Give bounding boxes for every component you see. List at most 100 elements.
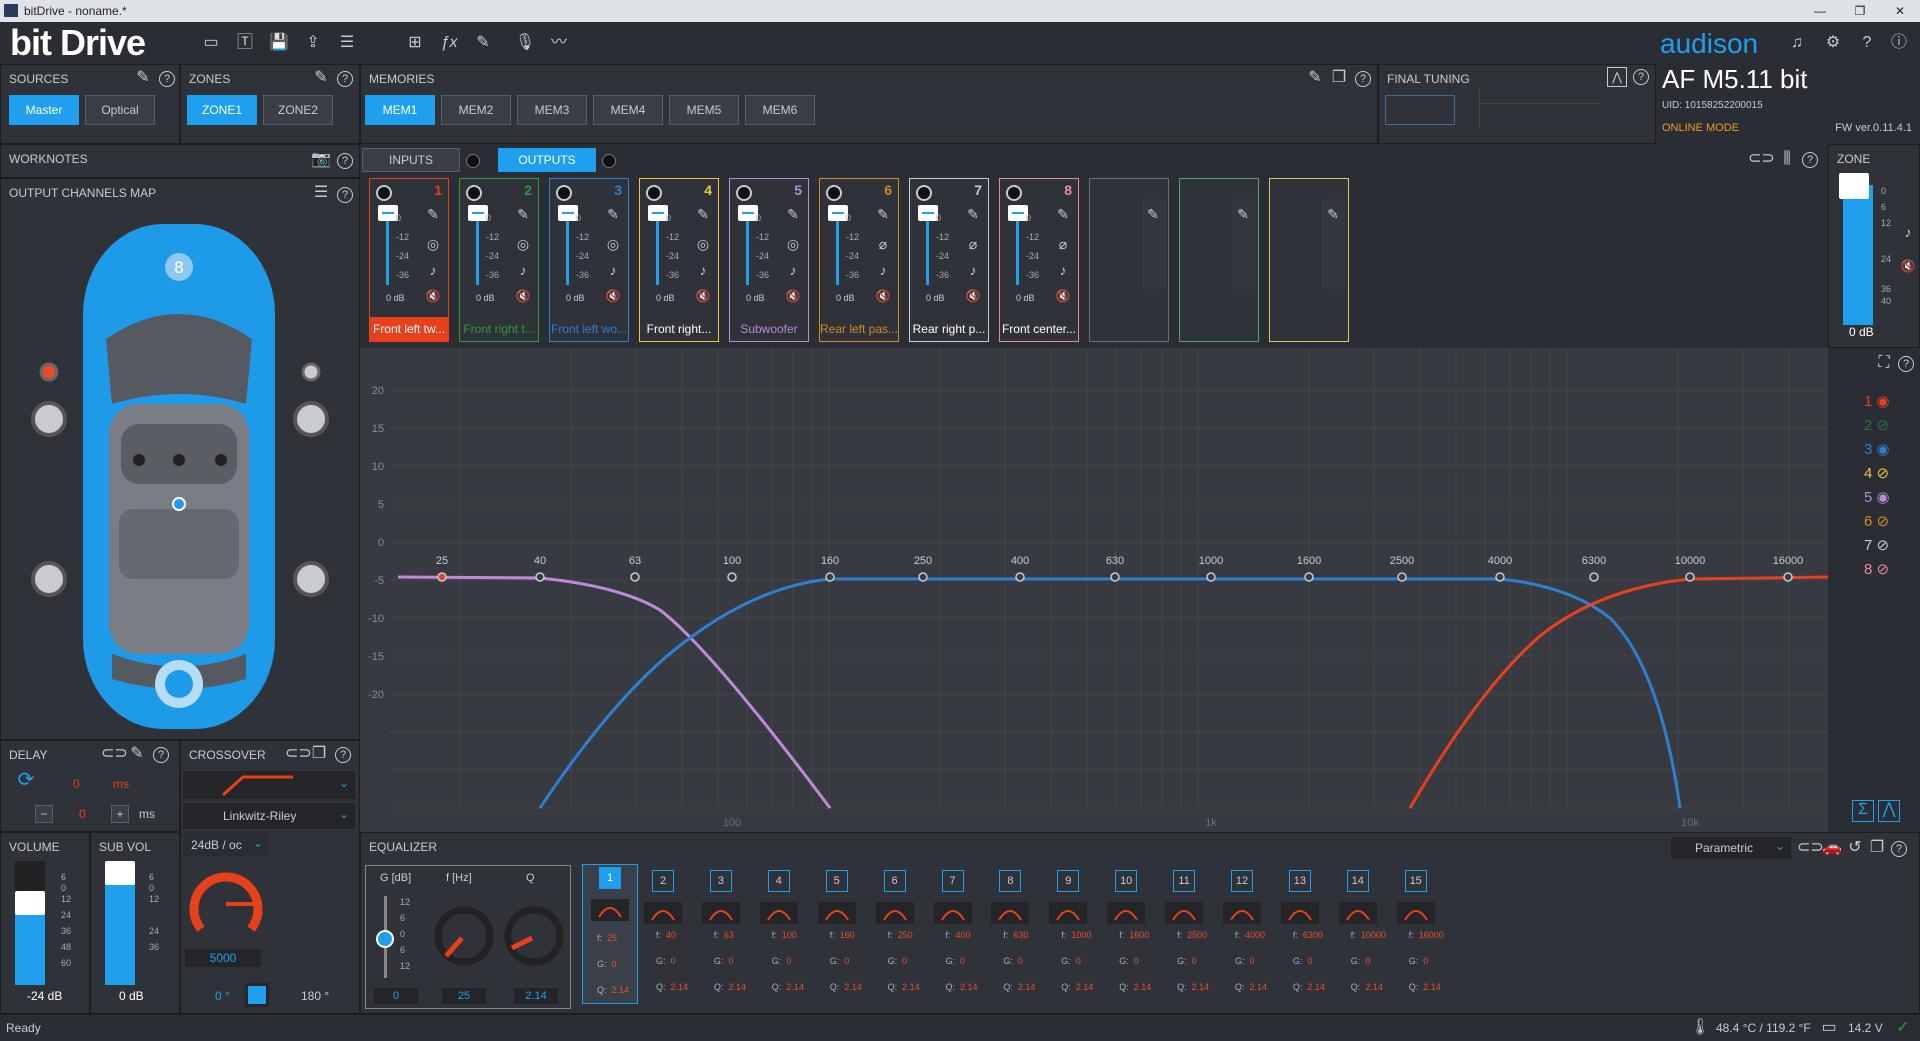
save-icon[interactable]: 💾 xyxy=(268,34,290,52)
volume-fader-knob[interactable] xyxy=(15,891,45,915)
function-icon[interactable]: ƒx xyxy=(438,34,460,52)
peak-filter-icon[interactable] xyxy=(1338,902,1377,924)
channel-fader-knob[interactable] xyxy=(648,205,668,221)
peak-filter-icon[interactable] xyxy=(991,902,1030,924)
peak-filter-icon[interactable] xyxy=(817,902,856,924)
tweeter-icon[interactable]: ⌀ xyxy=(1054,235,1072,253)
edit-icon[interactable]: ✎ xyxy=(964,205,982,223)
minimize-button[interactable]: — xyxy=(1800,0,1840,22)
mute-icon[interactable]: 🔇 xyxy=(784,287,802,305)
legend-item-5[interactable]: 5 ◉ xyxy=(1864,488,1890,506)
mute-icon[interactable]: 🔇 xyxy=(1899,257,1917,275)
edit-icon[interactable]: ✎ xyxy=(514,205,532,223)
channel-fader-knob[interactable] xyxy=(828,205,848,221)
eq-band-15[interactable]: 15 f: 16000 G: 0 Q: 2.14 xyxy=(1393,868,1444,1008)
waveform-icon[interactable]: 〰 xyxy=(548,34,570,52)
ear-icon[interactable]: ♪ xyxy=(1054,261,1072,279)
filter-shape-select[interactable]: ⌄ xyxy=(183,771,355,799)
channel-fader-knob[interactable] xyxy=(468,205,488,221)
document-icon[interactable]: ☰ xyxy=(336,34,358,52)
peak-filter-icon[interactable] xyxy=(1107,902,1146,924)
fullscreen-icon[interactable]: ⛶ xyxy=(1874,354,1894,372)
peak-filter-icon[interactable] xyxy=(701,902,740,924)
phase-toggle[interactable] xyxy=(245,983,269,1007)
mute-icon[interactable]: 🔇 xyxy=(874,287,892,305)
copy-icon[interactable]: ❐ xyxy=(1329,69,1349,87)
delay-increase-button[interactable]: + xyxy=(111,805,129,823)
eq-band-2[interactable]: 2 f: 40 G: 0 Q: 2.14 xyxy=(640,868,688,1008)
eq-band-4[interactable]: 4 f: 100 G: 0 Q: 2.14 xyxy=(756,868,804,1008)
final-tuning-field[interactable] xyxy=(1385,95,1455,125)
channel-power-icon[interactable] xyxy=(736,185,752,201)
help-icon[interactable]: ? xyxy=(337,187,353,203)
ear-icon[interactable]: ♪ xyxy=(424,261,442,279)
mixer-icon[interactable]: ⫼ xyxy=(1776,150,1798,168)
upload-icon[interactable]: ⇪ xyxy=(302,34,324,52)
speaker-icon[interactable]: ◎ xyxy=(424,235,442,253)
link-icon[interactable]: ⊂⊃ xyxy=(285,745,312,763)
help-icon[interactable]: ? xyxy=(337,71,353,87)
ear-icon[interactable]: ♪ xyxy=(874,261,892,279)
channel-power-icon[interactable] xyxy=(646,185,662,201)
peak-filter-icon[interactable] xyxy=(1396,902,1435,924)
q-value[interactable]: 2.14 xyxy=(514,988,558,1004)
delay-decrease-button[interactable]: − xyxy=(35,805,53,823)
eq-band-9[interactable]: 9 f: 1000 G: 0 Q: 2.14 xyxy=(1045,868,1093,1008)
gain-value[interactable]: 0 xyxy=(374,988,418,1004)
speaker-icon[interactable]: ◎ xyxy=(694,235,712,253)
legend-item-1[interactable]: 1 ◉ xyxy=(1864,392,1890,410)
subvol-fader-knob[interactable] xyxy=(105,861,135,885)
eq-band-3[interactable]: 3 f: 63 G: 0 Q: 2.14 xyxy=(698,868,746,1008)
frequency-knob[interactable] xyxy=(181,859,271,949)
mem5-button[interactable]: MEM5 xyxy=(669,95,739,125)
tuning-toggle-icon[interactable]: ⋀ xyxy=(1607,67,1627,87)
eq-band-10[interactable]: 10 f: 1600 G: 0 Q: 2.14 xyxy=(1103,868,1151,1008)
freq-knob[interactable] xyxy=(432,904,496,968)
source-optical-button[interactable]: Optical xyxy=(85,95,155,125)
help-icon[interactable]: ? xyxy=(337,153,353,169)
text-icon[interactable]: 🅃 xyxy=(234,34,256,52)
eq-band-13[interactable]: 13 f: 6300 G: 0 Q: 2.14 xyxy=(1277,868,1325,1008)
channel-fader-knob[interactable] xyxy=(738,205,758,221)
eq-mode-select[interactable]: Parametric ⌄ xyxy=(1671,837,1791,859)
speaker-icon[interactable]: ◎ xyxy=(604,235,622,253)
freq-value[interactable]: 25 xyxy=(442,988,486,1004)
peak-filter-icon[interactable] xyxy=(644,902,682,924)
edit-icon[interactable]: ✎ xyxy=(694,205,712,223)
delay-value-1[interactable]: 0 xyxy=(73,777,80,791)
edit-icon[interactable]: ✎ xyxy=(1305,69,1325,87)
ear-icon[interactable]: ♪ xyxy=(964,261,982,279)
slope-select[interactable]: 24dB / oc ⌄ xyxy=(183,833,267,857)
ear-icon[interactable]: ♪ xyxy=(1899,223,1917,241)
peak-view-icon[interactable]: ⋀ xyxy=(1878,800,1900,822)
outputs-tab[interactable]: OUTPUTS xyxy=(498,148,596,172)
legend-item-2[interactable]: 2 ⊘ xyxy=(1864,416,1889,434)
peak-filter-icon[interactable] xyxy=(1223,902,1261,924)
empty-channel-slot[interactable]: ✎ xyxy=(1269,178,1349,342)
close-window-button[interactable]: ✕ xyxy=(1880,0,1920,22)
channel-3-strip[interactable]: 3 0 -12 -24 -36 ✎ ◎ ♪ 0 dB 🔇 Front left wo.… xyxy=(549,178,629,342)
mute-icon[interactable]: 🔇 xyxy=(604,287,622,305)
legend-item-8[interactable]: 8 ⊘ xyxy=(1864,560,1889,578)
frequency-graph[interactable]: 20 15 10 5 0 -5 -10 -15 -20 100 1k 10k 2… xyxy=(360,348,1828,832)
list-icon[interactable]: ☰ xyxy=(311,184,331,202)
ear-icon[interactable]: ♪ xyxy=(784,261,802,279)
eq-band-6[interactable]: 6 f: 250 G: 0 Q: 2.14 xyxy=(872,868,920,1008)
channel-7-strip[interactable]: 7 0 -12 -24 -36 ✎ ⌀ ♪ 0 dB 🔇 Rear right p..… xyxy=(909,178,989,342)
channel-power-icon[interactable] xyxy=(376,185,392,201)
music-note-icon[interactable]: ♫ xyxy=(1786,34,1808,52)
help-icon[interactable]: ? xyxy=(335,747,351,763)
mute-icon[interactable]: 🔇 xyxy=(424,287,442,305)
copy-icon[interactable]: ❐ xyxy=(1867,839,1887,857)
help-icon[interactable]: ? xyxy=(153,747,169,763)
eq-band-11[interactable]: 11 f: 2500 G: 0 Q: 2.14 xyxy=(1161,868,1209,1008)
reset-icon[interactable]: ↺ xyxy=(1845,839,1865,857)
filter-type-select[interactable]: Linkwitz-Riley ⌄ xyxy=(183,803,355,829)
channel-6-strip[interactable]: 6 0 -12 -24 -36 ✎ ⌀ ♪ 0 dB 🔇 Rear left pas.… xyxy=(819,178,899,342)
channel-fader-knob[interactable] xyxy=(558,205,578,221)
peak-filter-icon[interactable] xyxy=(1280,902,1319,924)
wand-icon[interactable]: ✎ xyxy=(472,34,494,52)
peak-filter-icon[interactable] xyxy=(1049,902,1088,924)
mem1-button[interactable]: MEM1 xyxy=(365,95,435,125)
help-icon[interactable]: ? xyxy=(1891,841,1907,857)
